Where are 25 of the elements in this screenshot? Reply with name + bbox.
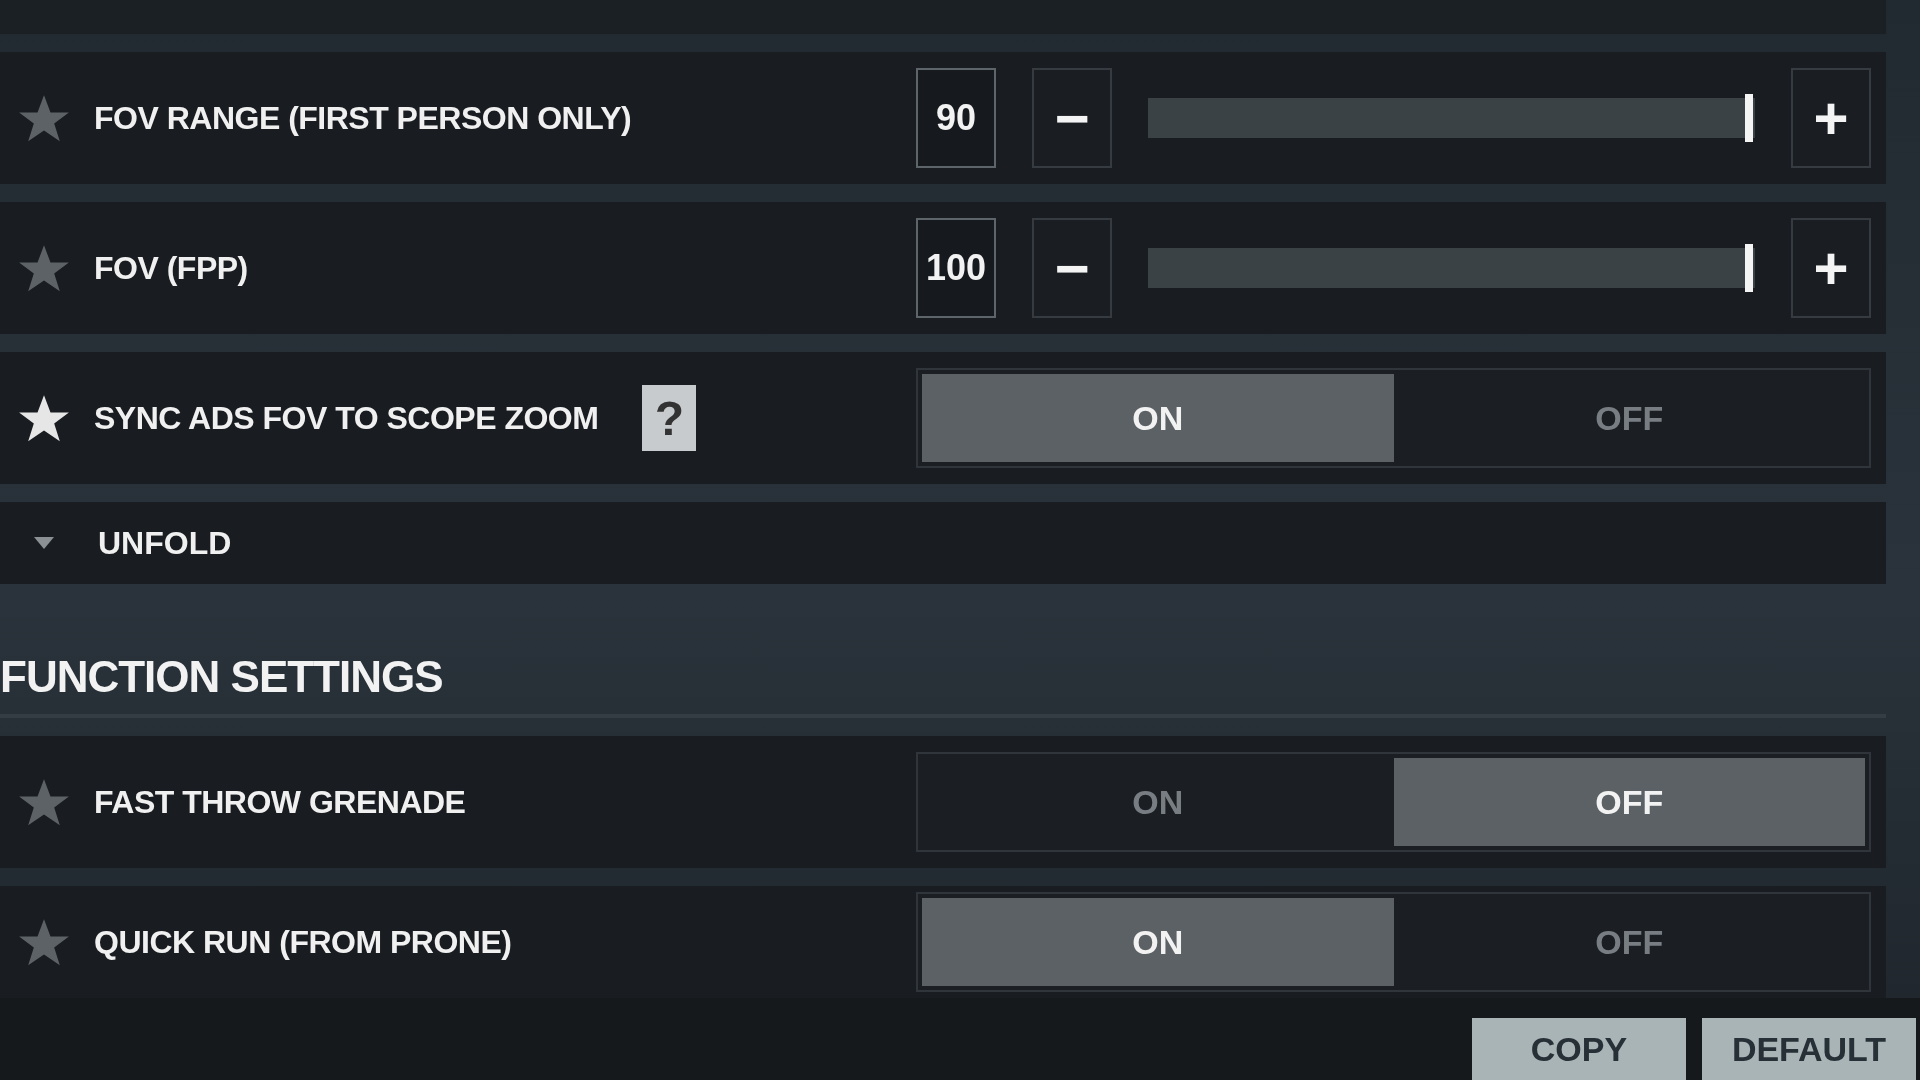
slider-thumb[interactable] xyxy=(1744,94,1753,142)
toggle-option[interactable]: ON xyxy=(922,758,1394,846)
footer-button[interactable]: COPY xyxy=(1472,1018,1686,1080)
slider-thumb[interactable] xyxy=(1744,244,1753,292)
footer-button[interactable]: DEFAULT xyxy=(1702,1018,1916,1080)
value-field[interactable]: 100 xyxy=(916,218,996,318)
decrease-button[interactable]: − xyxy=(1032,68,1112,168)
setting-label: FOV RANGE (FIRST PERSON ONLY) xyxy=(94,99,632,137)
toggle-option[interactable]: OFF xyxy=(1393,898,1865,986)
setting-label: SYNC ADS FOV TO SCOPE ZOOM xyxy=(94,399,599,437)
caret-icon xyxy=(32,536,56,550)
help-button[interactable]: ? xyxy=(642,385,697,451)
value-field[interactable]: 90 xyxy=(916,68,996,168)
decrease-button[interactable]: − xyxy=(1032,218,1112,318)
toggle-option[interactable]: OFF xyxy=(1393,374,1865,462)
setting-label: QUICK RUN (FROM PRONE) xyxy=(94,923,512,961)
toggle-option[interactable]: ON xyxy=(922,374,1394,462)
increase-button[interactable]: + xyxy=(1791,68,1871,168)
setting-label: FAST THROW GRENADE xyxy=(94,783,466,821)
setting-label: FOV (FPP) xyxy=(94,249,248,287)
section-title: FUNCTION SETTINGS xyxy=(0,652,444,702)
toggle-option[interactable]: OFF xyxy=(1393,758,1865,846)
unfold-toggle[interactable]: UNFOLD xyxy=(0,502,1886,584)
toggle-option[interactable]: ON xyxy=(922,898,1394,986)
increase-button[interactable]: + xyxy=(1791,218,1871,318)
